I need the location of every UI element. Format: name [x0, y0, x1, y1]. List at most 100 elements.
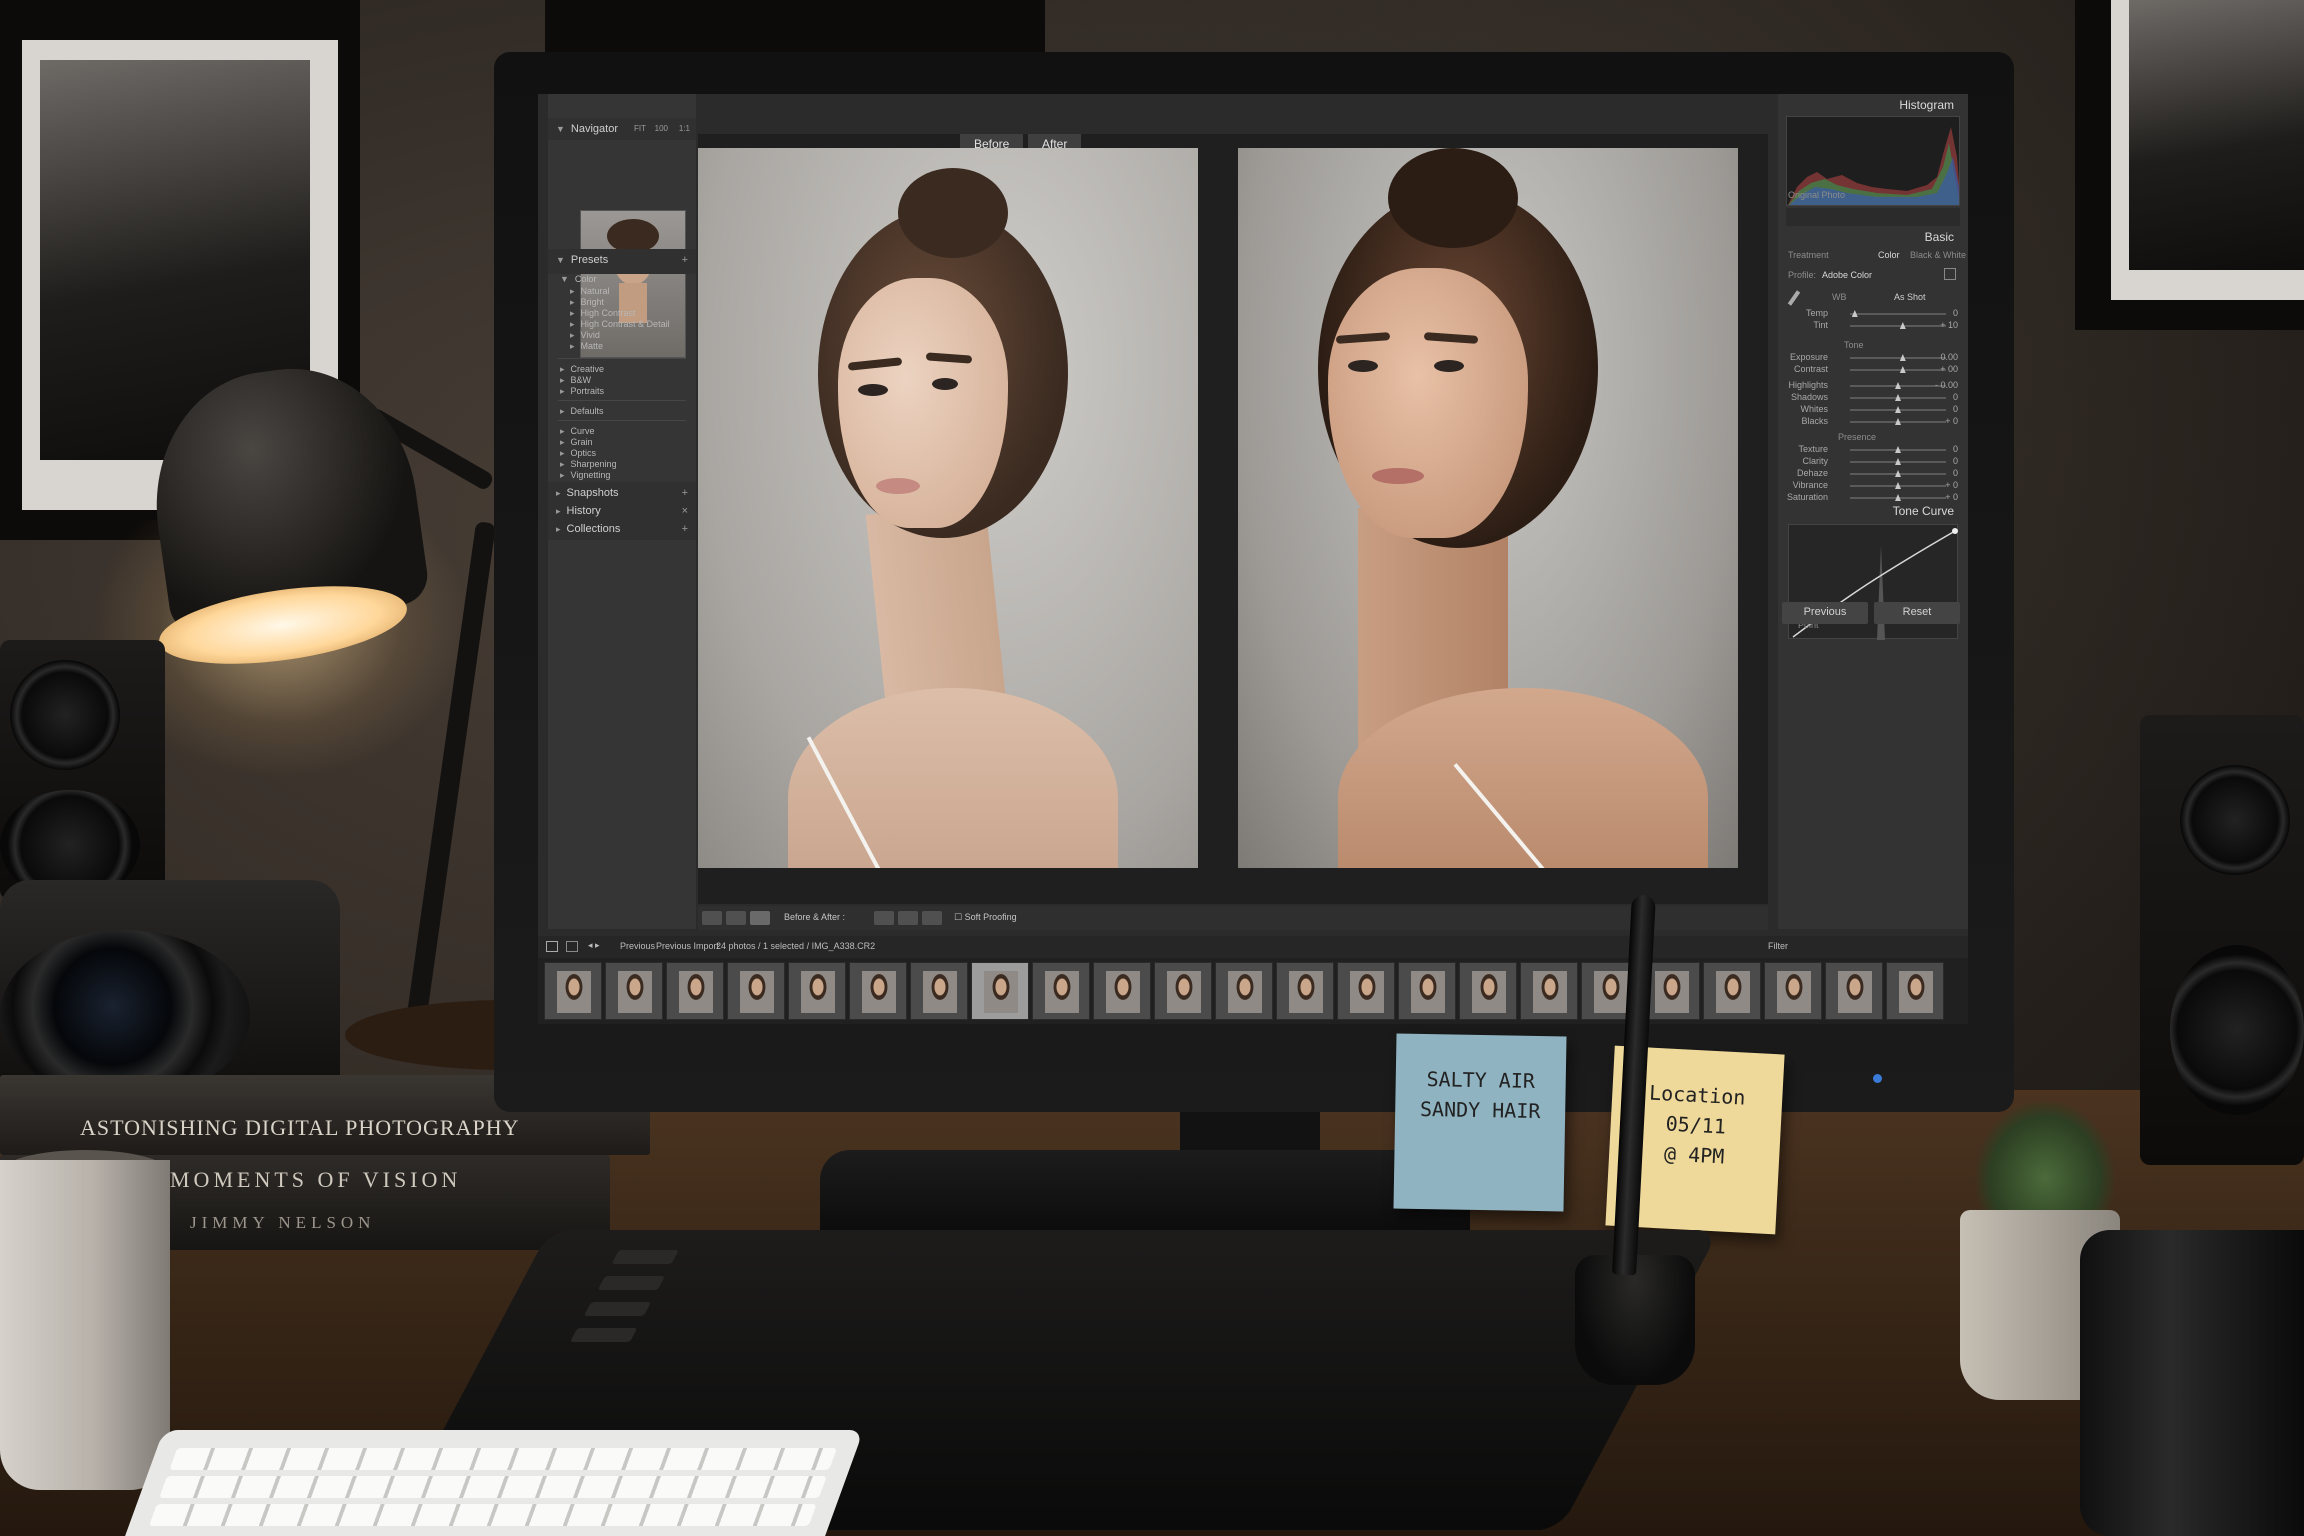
slider-value[interactable]: + 0: [1945, 480, 1958, 490]
preset-item[interactable]: ▸ High Contrast & Detail: [570, 319, 670, 330]
filmstrip-thumbnail[interactable]: [1764, 962, 1822, 1020]
grid-view-icon[interactable]: [546, 941, 558, 952]
filmstrip-thumbnail[interactable]: [1093, 962, 1151, 1020]
slider-value[interactable]: 0: [1953, 392, 1958, 402]
add-snapshot-icon[interactable]: +: [682, 487, 688, 499]
slider-track[interactable]: [1850, 470, 1946, 477]
preset-item[interactable]: ▸ Vivid: [570, 330, 600, 341]
copy-before-icon[interactable]: [874, 911, 894, 925]
zoom-100[interactable]: 100: [655, 124, 668, 133]
slider-temp[interactable]: Temp 0: [1784, 308, 1958, 320]
preset-item[interactable]: ▸ Natural: [570, 286, 610, 297]
filmstrip-thumbnail[interactable]: [1703, 962, 1761, 1020]
slider-track[interactable]: [1850, 366, 1946, 373]
slider-value[interactable]: 0.00: [1940, 352, 1958, 362]
slider-track[interactable]: [1850, 418, 1946, 425]
preset-group[interactable]: ▸ Defaults: [560, 406, 604, 417]
slider-thumb[interactable]: [1899, 354, 1906, 361]
add-collection-icon[interactable]: +: [682, 523, 688, 535]
before-after-view-button[interactable]: [750, 911, 770, 925]
slider-saturation[interactable]: Saturation + 0: [1784, 492, 1958, 504]
slider-value[interactable]: - 0.00: [1935, 380, 1958, 390]
profile-browser-icon[interactable]: [1944, 268, 1956, 280]
filmstrip-thumbnail[interactable]: [1032, 962, 1090, 1020]
copy-after-icon[interactable]: [898, 911, 918, 925]
slider-highlights[interactable]: Highlights - 0.00: [1784, 380, 1958, 392]
filmstrip-filter[interactable]: Filter: [1768, 941, 1788, 951]
slider-track[interactable]: [1850, 322, 1946, 329]
slider-thumb[interactable]: [1895, 458, 1901, 465]
preset-group-color[interactable]: ▼ Color: [560, 274, 596, 284]
slider-value[interactable]: 0: [1953, 456, 1958, 466]
slider-vibrance[interactable]: Vibrance + 0: [1784, 480, 1958, 492]
preset-group[interactable]: ▸ Vignetting: [560, 470, 610, 481]
preset-group[interactable]: ▸ Grain: [560, 437, 593, 448]
slider-thumb[interactable]: [1895, 494, 1901, 501]
preset-item[interactable]: ▸ High Contrast: [570, 308, 636, 319]
preset-group[interactable]: ▸ Optics: [560, 448, 596, 459]
slider-contrast[interactable]: Contrast + 00: [1784, 364, 1958, 376]
filmstrip-thumbnail[interactable]: [1398, 962, 1456, 1020]
slider-thumb[interactable]: [1899, 366, 1906, 373]
zoom-1to1[interactable]: 1:1: [679, 124, 690, 133]
collections-header[interactable]: ▸ Collections +: [548, 518, 696, 540]
loupe-icon[interactable]: [566, 941, 578, 952]
preset-group[interactable]: ▸ Portraits: [560, 386, 604, 397]
presets-header-bar[interactable]: ▼ Presets +: [548, 249, 696, 271]
filmstrip-thumbnail[interactable]: [727, 962, 785, 1020]
filmstrip-thumbnail[interactable]: [971, 962, 1029, 1020]
slider-tint[interactable]: Tint + 10: [1784, 320, 1958, 332]
slider-track[interactable]: [1850, 382, 1946, 389]
wb-select[interactable]: As Shot: [1894, 292, 1926, 302]
swap-icon[interactable]: [922, 911, 942, 925]
slider-value[interactable]: 0: [1953, 404, 1958, 414]
soft-proofing-toggle[interactable]: ☐ Soft Proofing: [954, 912, 1017, 923]
slider-value[interactable]: 0: [1953, 444, 1958, 454]
filmstrip-source[interactable]: Previous Import: [656, 941, 719, 951]
slider-thumb[interactable]: [1895, 406, 1901, 413]
slider-track[interactable]: [1850, 406, 1946, 413]
navigator-header[interactable]: ▼ Navigator FIT 100 1:1: [548, 118, 696, 140]
slider-thumb[interactable]: [1895, 470, 1901, 477]
filmstrip-thumbnail[interactable]: [1520, 962, 1578, 1020]
slider-thumb[interactable]: [1851, 310, 1858, 317]
slider-value[interactable]: + 10: [1940, 320, 1958, 330]
slider-value[interactable]: 0: [1953, 308, 1958, 318]
treatment-color[interactable]: Color: [1878, 250, 1900, 260]
before-photo[interactable]: [698, 148, 1198, 868]
slider-track[interactable]: [1850, 458, 1946, 465]
filmstrip-thumbnail[interactable]: [910, 962, 968, 1020]
preset-item[interactable]: ▸ Bright: [570, 297, 604, 308]
filmstrip-thumbnail[interactable]: [1886, 962, 1944, 1020]
slider-value[interactable]: + 0: [1945, 492, 1958, 502]
filmstrip-thumbnail[interactable]: [605, 962, 663, 1020]
histogram-title[interactable]: Histogram: [1899, 98, 1954, 112]
filmstrip-thumbnail[interactable]: [849, 962, 907, 1020]
slider-dehaze[interactable]: Dehaze 0: [1784, 468, 1958, 480]
basic-title[interactable]: Basic: [1925, 230, 1954, 244]
filmstrip-thumbnail[interactable]: [666, 962, 724, 1020]
filmstrip-thumbnail[interactable]: [1154, 962, 1212, 1020]
profile-select[interactable]: Adobe Color: [1822, 270, 1872, 280]
slider-value[interactable]: + 0: [1945, 416, 1958, 426]
slider-thumb[interactable]: [1895, 382, 1901, 389]
back-arrow-icon[interactable]: ◂ ▸: [588, 940, 600, 951]
slider-blacks[interactable]: Blacks + 0: [1784, 416, 1958, 428]
slider-thumb[interactable]: [1895, 482, 1901, 489]
tone-curve-title[interactable]: Tone Curve: [1893, 504, 1954, 518]
reset-button[interactable]: Reset: [1874, 602, 1960, 624]
preset-item[interactable]: ▸ Matte: [570, 341, 603, 352]
slider-track[interactable]: [1850, 354, 1946, 361]
slider-track[interactable]: [1850, 494, 1946, 501]
slider-thumb[interactable]: [1895, 446, 1901, 453]
slider-thumb[interactable]: [1895, 418, 1901, 425]
filmstrip-thumbnail[interactable]: [1215, 962, 1273, 1020]
slider-value[interactable]: + 00: [1940, 364, 1958, 374]
previous-button[interactable]: Previous: [1782, 602, 1868, 624]
slider-track[interactable]: [1850, 446, 1946, 453]
filmstrip-previous[interactable]: Previous: [620, 941, 655, 951]
loupe-view-button[interactable]: [702, 911, 722, 925]
preset-group[interactable]: ▸ Creative: [560, 364, 604, 375]
before-after-view[interactable]: Before After: [698, 134, 1768, 904]
treatment-bw[interactable]: Black & White: [1910, 250, 1966, 260]
